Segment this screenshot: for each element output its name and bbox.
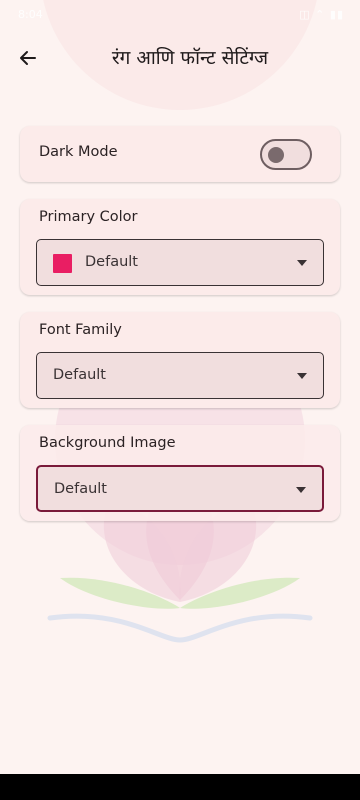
dropdown-arrow-icon bbox=[297, 260, 307, 266]
back-button[interactable] bbox=[8, 38, 48, 78]
toggle-knob bbox=[268, 147, 284, 163]
system-navigation-bar bbox=[0, 774, 360, 800]
dropdown-arrow-icon bbox=[296, 487, 306, 493]
dark-mode-label: Dark Mode bbox=[39, 144, 118, 160]
primary-color-value: Default bbox=[85, 254, 138, 270]
font-family-value: Default bbox=[53, 367, 106, 383]
font-family-card: Font Family Default bbox=[20, 312, 340, 408]
primary-color-label: Primary Color bbox=[39, 209, 138, 225]
status-bar: 8:04 ◫ ⌃ ▮▮ bbox=[0, 0, 360, 28]
status-icons: ◫ ⌃ ▮▮ bbox=[299, 8, 344, 21]
background-image-card: Background Image Default bbox=[20, 425, 340, 521]
status-time: 8:04 bbox=[18, 8, 43, 21]
font-family-label: Font Family bbox=[39, 322, 122, 338]
page-title: रंग आणि फॉन्ट सेटिंग्ज bbox=[111, 47, 269, 69]
primary-color-dropdown[interactable]: Default bbox=[36, 239, 324, 286]
dark-mode-toggle[interactable] bbox=[260, 139, 312, 170]
background-image-dropdown[interactable]: Default bbox=[36, 465, 324, 512]
dropdown-arrow-icon bbox=[297, 373, 307, 379]
color-swatch bbox=[53, 254, 72, 273]
background-image-label: Background Image bbox=[39, 435, 176, 451]
app-bar: रंग आणि फॉन्ट सेटिंग्ज bbox=[0, 32, 360, 84]
font-family-dropdown[interactable]: Default bbox=[36, 352, 324, 399]
primary-color-card: Primary Color Default bbox=[20, 199, 340, 295]
dark-mode-card: Dark Mode bbox=[20, 126, 340, 182]
arrow-left-icon bbox=[20, 51, 36, 65]
background-image-value: Default bbox=[54, 481, 107, 497]
